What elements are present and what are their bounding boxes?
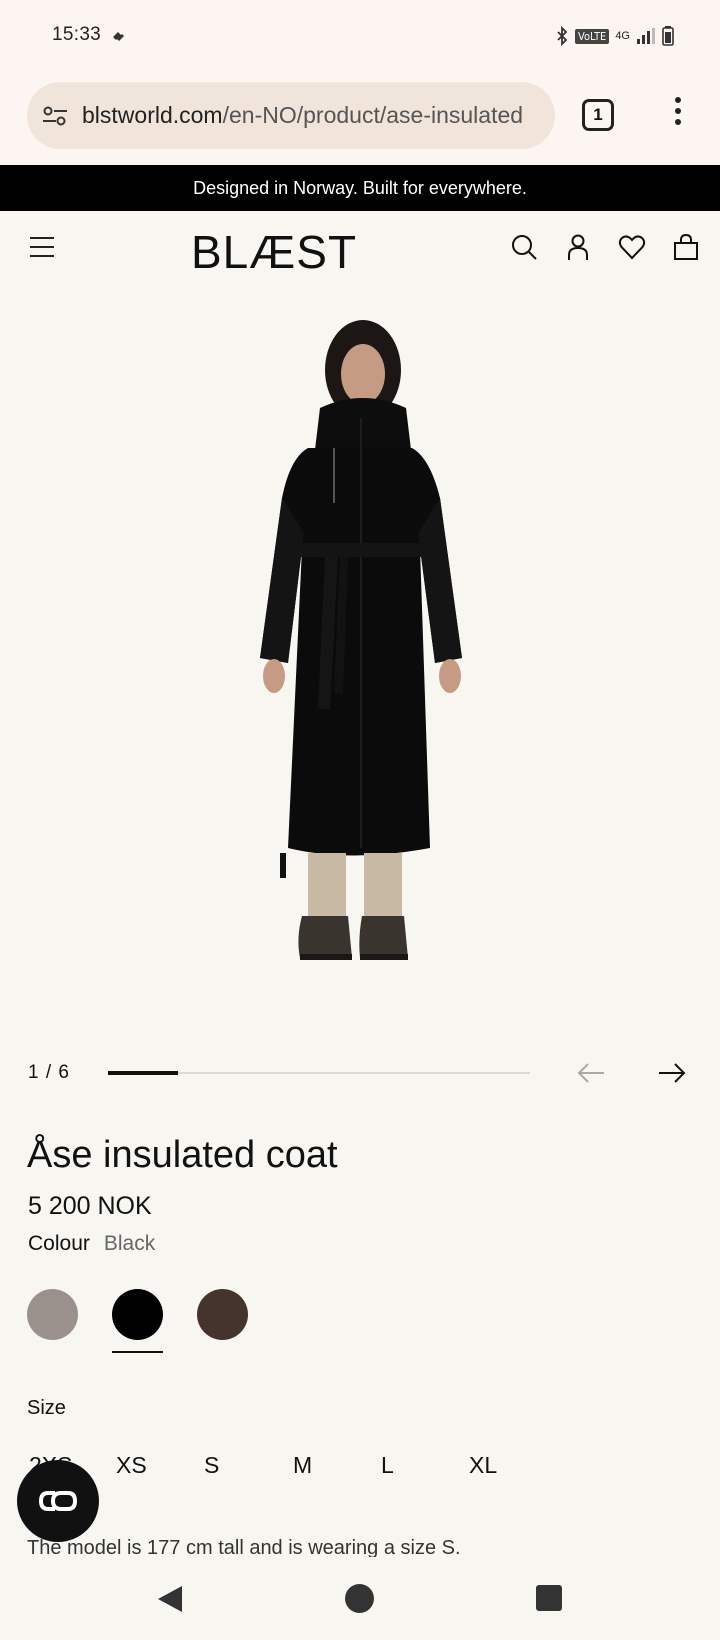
chat-button[interactable] <box>17 1460 99 1542</box>
model-size-note: The model is 177 cm tall and is wearing … <box>27 1537 461 1557</box>
product-image[interactable] <box>230 318 490 1018</box>
search-icon[interactable] <box>510 233 538 261</box>
signal-icon <box>637 28 655 44</box>
announcement-bar: Designed in Norway. Built for everywhere… <box>0 165 720 211</box>
url-host: blstworld.com <box>82 102 223 128</box>
size-option-s[interactable]: S <box>204 1452 219 1479</box>
wishlist-icon[interactable] <box>618 233 646 261</box>
notification-icon <box>113 32 124 41</box>
back-icon[interactable] <box>156 1584 184 1614</box>
system-navigation-bar <box>0 1560 720 1640</box>
chat-icon <box>38 1491 78 1511</box>
swatch-grey[interactable] <box>27 1289 78 1340</box>
battery-icon <box>662 26 674 46</box>
bluetooth-icon <box>557 26 568 46</box>
status-bar: 15:33 VoLTE 4G <box>0 0 720 72</box>
gallery-navigation: 1 / 6 <box>0 1055 720 1091</box>
colour-swatches <box>27 1289 248 1353</box>
gallery-progress <box>108 1071 530 1075</box>
site-settings-icon[interactable] <box>41 102 69 130</box>
network-type: 4G <box>615 30 630 42</box>
product-price: 5 200 NOK <box>28 1192 152 1220</box>
colour-row: Colour Black <box>28 1232 155 1256</box>
colour-value: Black <box>103 1232 156 1255</box>
site-logo[interactable]: BLÆST <box>191 225 357 279</box>
colour-label: Colour <box>28 1232 90 1255</box>
status-time: 15:33 <box>52 24 102 45</box>
header-actions <box>510 233 700 261</box>
home-icon[interactable] <box>345 1584 374 1613</box>
product-title: Åse insulated coat <box>27 1134 338 1176</box>
volte-badge: VoLTE <box>575 28 610 44</box>
size-option-m[interactable]: M <box>293 1452 312 1479</box>
status-icons: VoLTE 4G <box>555 26 674 46</box>
url-path: /en-NO/product/ase-insulated <box>222 102 524 128</box>
gallery-counter: 1 / 6 <box>28 1062 70 1083</box>
address-bar[interactable]: blstworld.com/en-NO/product/ase-insulate… <box>27 82 555 149</box>
next-arrow-icon[interactable] <box>657 1061 687 1085</box>
menu-icon[interactable] <box>30 237 54 257</box>
previous-arrow-icon[interactable] <box>576 1061 606 1085</box>
browser-menu-icon[interactable] <box>672 97 684 133</box>
size-options: 2XS XS S M L XL <box>0 1452 720 1488</box>
swatch-brown[interactable] <box>197 1289 248 1340</box>
account-icon[interactable] <box>564 233 592 261</box>
size-option-xl[interactable]: XL <box>469 1452 497 1479</box>
swatch-black[interactable] <box>112 1289 163 1353</box>
tab-switcher-button[interactable]: 1 <box>582 99 614 131</box>
url-text[interactable]: blstworld.com/en-NO/product/ase-insulate… <box>82 102 542 129</box>
size-option-xs[interactable]: XS <box>116 1452 147 1479</box>
bag-icon[interactable] <box>672 233 700 261</box>
size-option-l[interactable]: L <box>381 1452 394 1479</box>
size-label: Size <box>27 1397 66 1419</box>
recents-icon[interactable] <box>536 1585 562 1611</box>
browser-toolbar: blstworld.com/en-NO/product/ase-insulate… <box>0 72 720 164</box>
site-header: BLÆST <box>0 211 720 291</box>
gallery-progress-fill <box>108 1071 178 1075</box>
